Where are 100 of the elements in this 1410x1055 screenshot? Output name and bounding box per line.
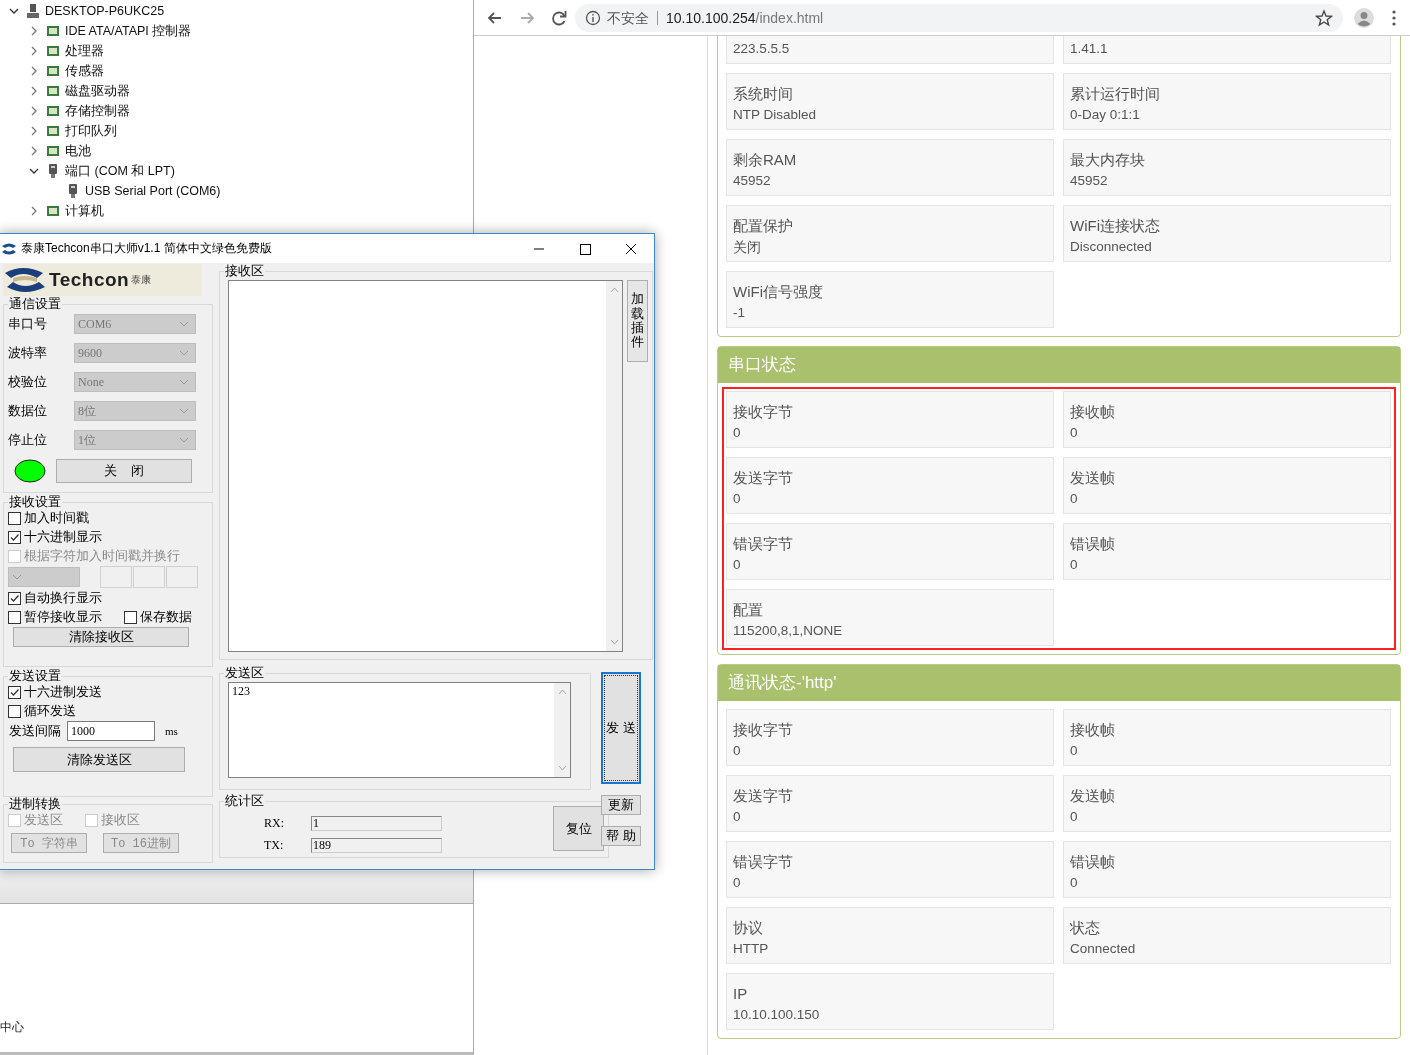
group-title: 接收设置 — [8, 495, 62, 509]
panel-header: 通讯状态-'http' — [718, 665, 1400, 701]
tree-item[interactable]: IDE ATA/ATAPI 控制器 — [65, 22, 192, 40]
caret-icon — [179, 379, 189, 385]
device-icon — [46, 123, 60, 139]
address-bar[interactable]: 不安全 10.10.100.254/index.html — [575, 3, 1343, 32]
card-label: 系统时间 — [733, 85, 794, 104]
security-label: 不安全 — [607, 10, 658, 25]
update-button[interactable]: 更新 — [601, 795, 641, 815]
logo-text: 泰康 — [131, 273, 152, 287]
checkbox[interactable]: 自动换行显示 — [8, 589, 102, 607]
card-label: 配置 — [733, 601, 764, 620]
menu-icon[interactable] — [1391, 8, 1397, 27]
card-label: IP — [733, 985, 749, 1004]
card-value: 0 — [733, 875, 742, 890]
close-port-button[interactable]: 关 闭 — [56, 459, 192, 483]
card-value: NTP Disabled — [733, 107, 818, 122]
tree-item[interactable]: 端口 (COM 和 LPT) — [65, 162, 175, 180]
input-field[interactable] — [133, 566, 165, 588]
group-title: 统计区 — [224, 794, 265, 808]
panel-header: 串口状态 — [718, 347, 1400, 383]
tree-item[interactable]: 电池 — [65, 142, 91, 160]
logo-text: Techcon — [49, 269, 130, 291]
card-value: Disconnected — [1070, 239, 1153, 254]
device-icon — [46, 103, 60, 119]
card-value: 0-Day 0:1:1 — [1070, 107, 1141, 122]
clear-button[interactable]: 清除发送区 — [13, 747, 185, 772]
card-value: 0 — [733, 809, 742, 824]
send-textarea[interactable]: 123 — [228, 682, 571, 778]
reset-button[interactable]: 复位 — [553, 806, 604, 851]
group-title: 发送设置 — [8, 669, 62, 683]
send-button[interactable]: 发 送 — [601, 672, 641, 784]
card-label: 错误字节 — [733, 535, 794, 554]
card-label: 错误帧 — [1070, 853, 1116, 872]
tree-item[interactable]: 磁盘驱动器 — [65, 82, 130, 100]
card-value: 0 — [733, 557, 742, 572]
checkbox[interactable]: 暂停接收显示 — [8, 608, 102, 626]
tree-item[interactable]: 传感器 — [65, 62, 104, 80]
url-text: 10.10.100.254/index.html — [666, 9, 825, 26]
check-icon — [9, 686, 20, 698]
card-label: 最大内存块 — [1070, 151, 1146, 170]
card-label: 接收字节 — [733, 721, 794, 740]
field-label: 发送间隔 — [9, 722, 61, 740]
unit-label: ms — [165, 725, 178, 737]
card-label: 累计运行时间 — [1070, 85, 1161, 104]
caret-icon — [179, 408, 189, 414]
card-value: 0 — [1070, 491, 1079, 506]
link-text: 中心 — [0, 1020, 24, 1034]
group-title: 接收区 — [224, 264, 265, 278]
help-button[interactable]: 帮 助 — [601, 826, 641, 846]
tree-item[interactable]: 存储控制器 — [65, 102, 130, 120]
card-label: 配置保护 — [733, 217, 794, 236]
card-value: 0 — [1070, 557, 1079, 572]
field-label: 数据位 — [8, 402, 48, 420]
input-field[interactable]: 1000 — [67, 721, 155, 741]
tree-item[interactable]: USB Serial Port (COM6) — [85, 184, 221, 198]
port-icon — [46, 163, 60, 179]
tree-item[interactable]: 计算机 — [65, 202, 104, 220]
card-label: 错误字节 — [733, 853, 794, 872]
textarea-value: 123 — [232, 684, 250, 698]
checkbox[interactable]: 十六进制发送 — [8, 683, 102, 701]
plugin-button[interactable]: 加载插件 — [627, 280, 648, 362]
checkbox[interactable]: 加入时间戳 — [8, 509, 89, 527]
card-label: WiFi信号强度 — [733, 283, 824, 302]
checkbox[interactable]: 十六进制显示 — [8, 528, 102, 546]
input-field[interactable] — [166, 566, 198, 588]
card-value: 0 — [1070, 809, 1079, 824]
card-value: 45952 — [733, 173, 772, 188]
card-value: 0 — [1070, 425, 1079, 440]
check-icon — [9, 592, 20, 604]
checkbox[interactable]: 循环发送 — [8, 702, 76, 720]
tree-item[interactable]: 处理器 — [65, 42, 104, 60]
group-title: 发送区 — [224, 666, 265, 680]
computer-icon — [26, 3, 40, 19]
avatar-icon[interactable] — [1353, 6, 1375, 29]
counter-label: TX: — [264, 838, 285, 853]
app-icon — [1, 241, 17, 256]
card-value: 10.10.100.150 — [733, 1007, 821, 1022]
card-value: HTTP — [733, 941, 770, 956]
info-icon[interactable] — [585, 9, 601, 26]
star-icon[interactable] — [1315, 8, 1333, 27]
caret-icon — [179, 321, 189, 327]
card-label: 状态 — [1070, 919, 1101, 938]
card-value: 115200,8,1,NONE — [733, 623, 844, 638]
card-label: 发送帧 — [1070, 787, 1116, 806]
card-value: 45952 — [1070, 173, 1109, 188]
port-icon — [66, 183, 80, 199]
card-value: 0 — [733, 491, 742, 506]
device-icon — [46, 203, 60, 219]
group-title: 通信设置 — [8, 297, 62, 311]
tree-item[interactable]: DESKTOP-P6UKC25 — [45, 4, 165, 18]
clear-button[interactable]: 清除接收区 — [13, 627, 189, 647]
card-label: 发送帧 — [1070, 469, 1116, 488]
device-icon — [46, 83, 60, 99]
checkbox[interactable]: 保存数据 — [124, 608, 192, 626]
field-label: 波特率 — [8, 344, 48, 362]
tree-item[interactable]: 打印队列 — [65, 122, 117, 140]
counter-label: RX: — [264, 816, 285, 831]
input-field[interactable] — [100, 566, 132, 588]
card-label: 接收帧 — [1070, 403, 1116, 422]
